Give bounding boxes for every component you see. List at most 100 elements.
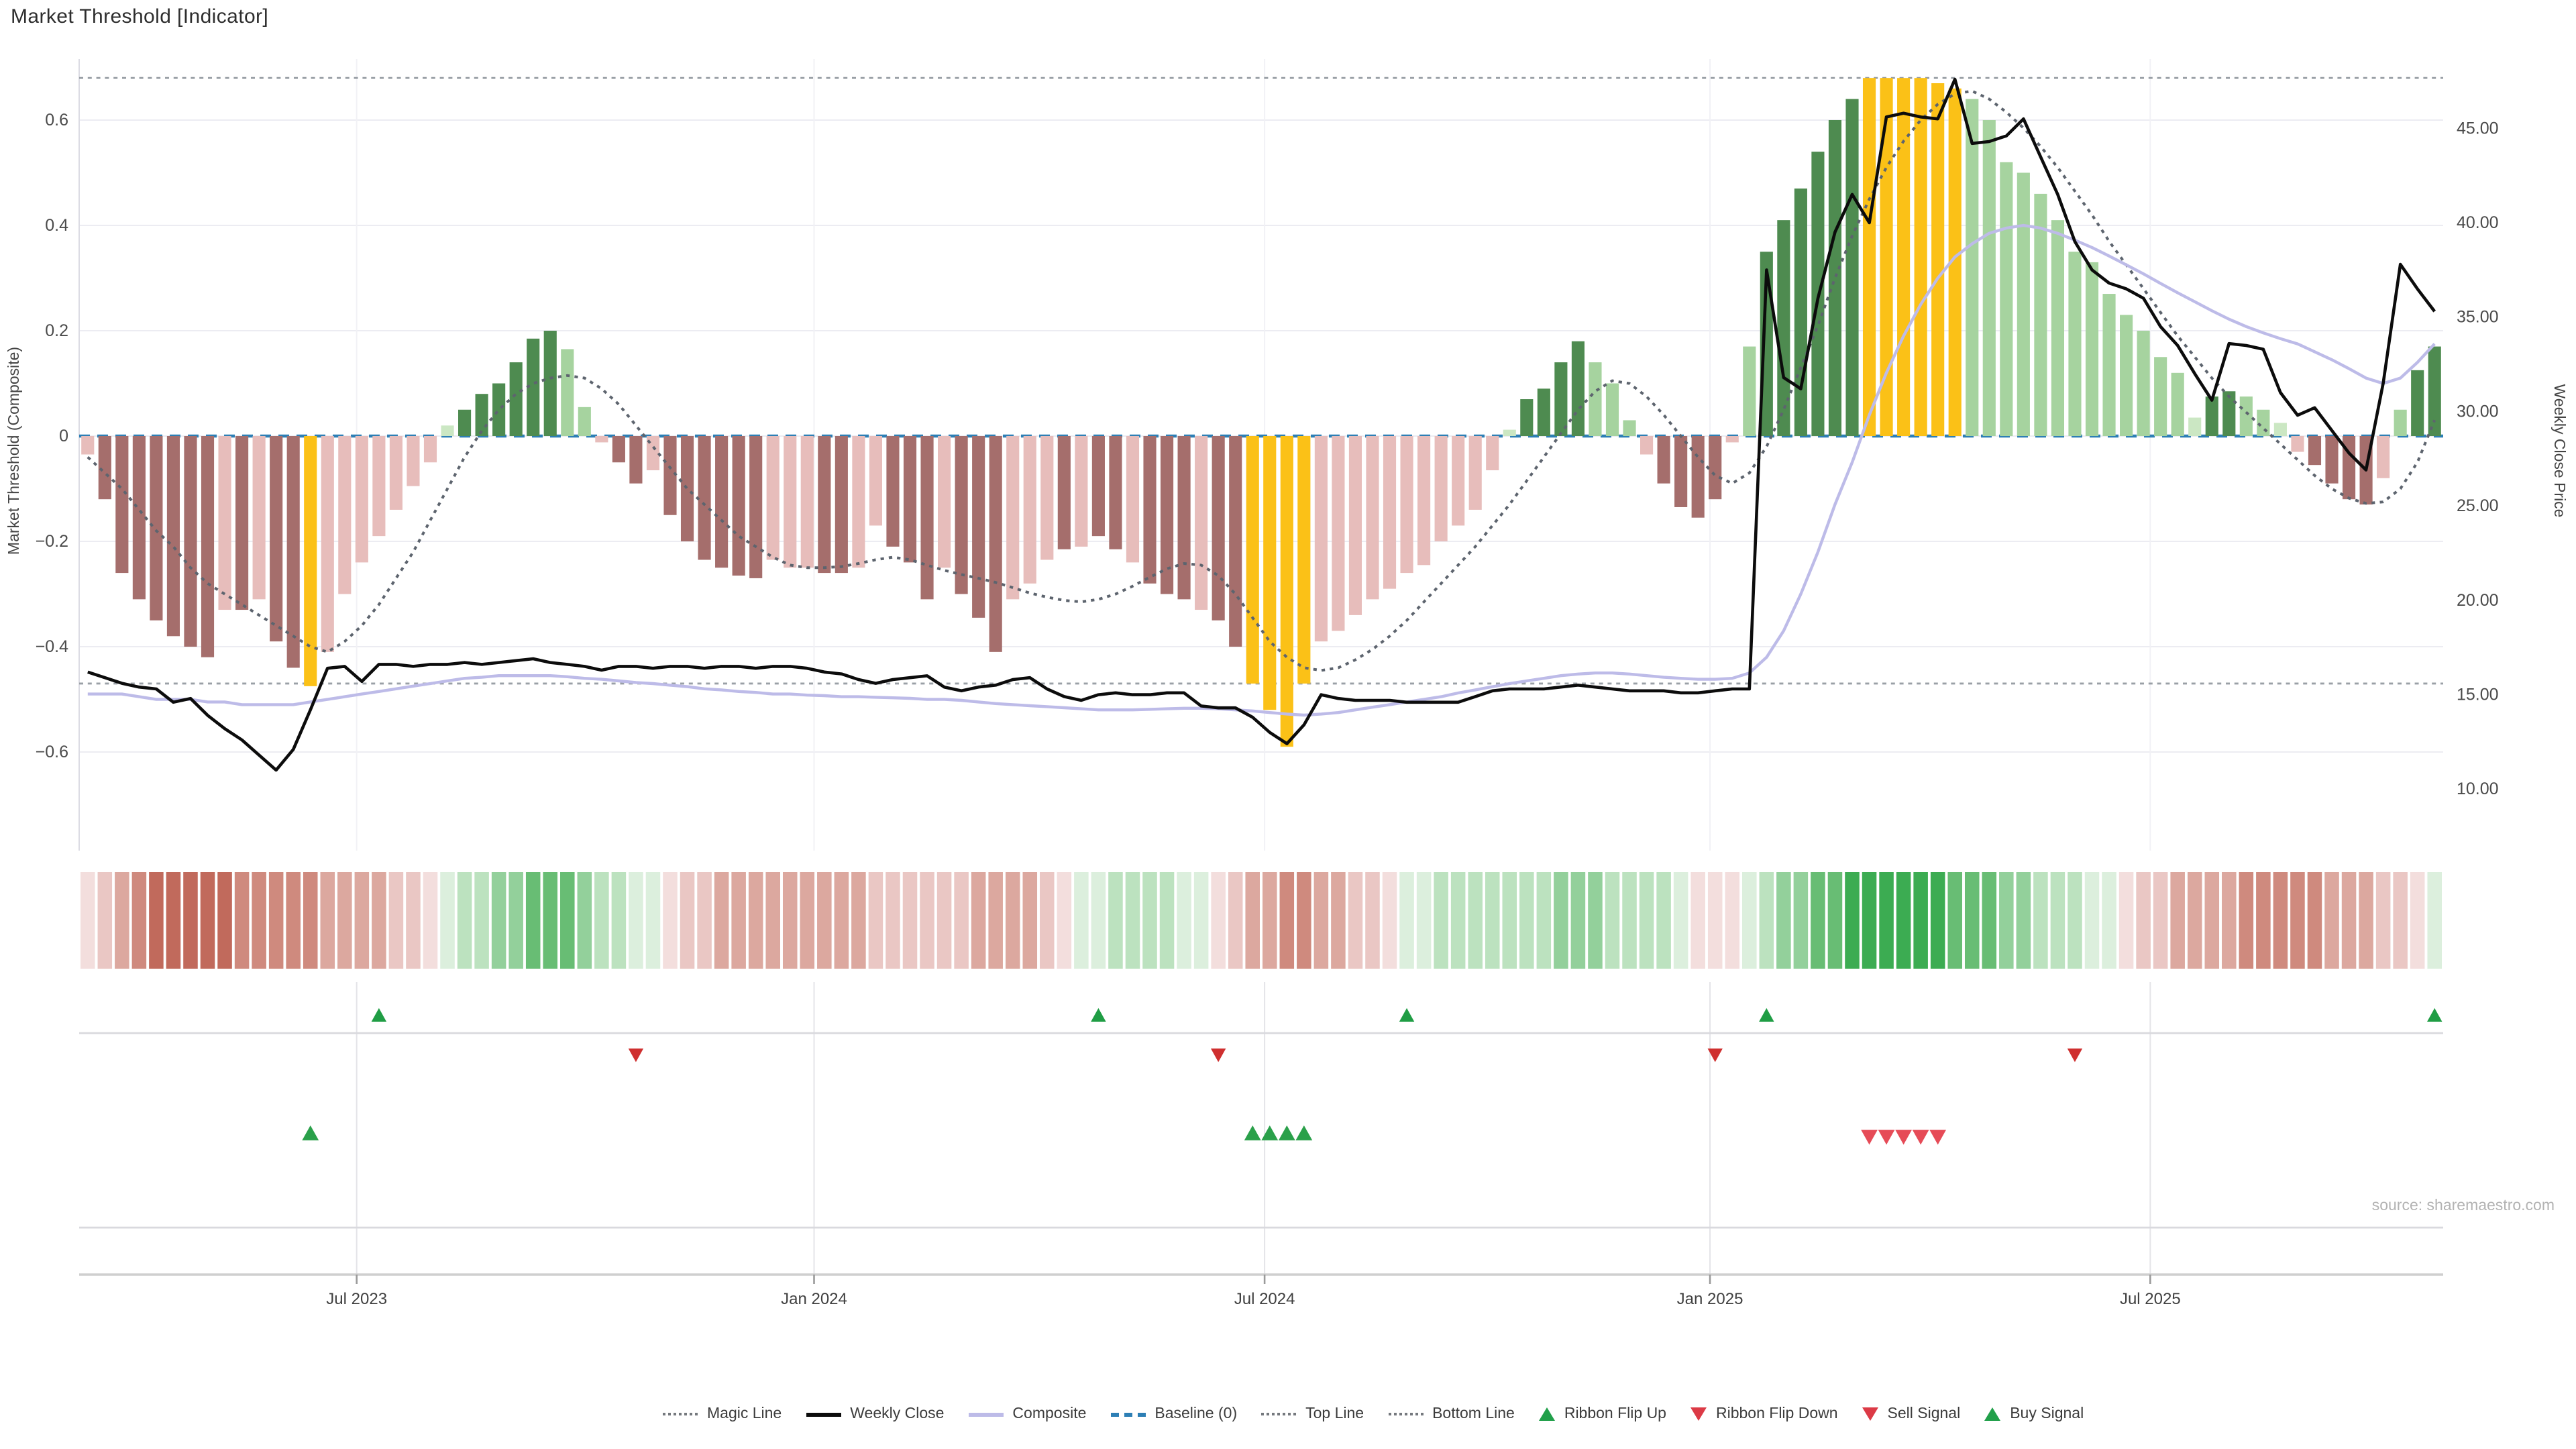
ribbon-cell bbox=[1331, 872, 1346, 969]
buy-signal-marker bbox=[1279, 1126, 1295, 1140]
histogram-bar bbox=[1332, 436, 1344, 631]
histogram-bar bbox=[801, 436, 814, 568]
histogram-bar bbox=[1777, 220, 1790, 436]
legend-item-label: Ribbon Flip Up bbox=[1564, 1406, 1666, 1422]
histogram-bar bbox=[287, 436, 300, 667]
histogram-bar bbox=[1092, 436, 1105, 536]
legend-item-magic-line: Magic Line bbox=[663, 1406, 782, 1422]
market-threshold-chart: 0.60.40.20−0.2−0.4−0.645.0040.0035.0030.… bbox=[0, 0, 2576, 1449]
ribbon-cell bbox=[1656, 872, 1671, 969]
ribbon-cell bbox=[1845, 872, 1860, 969]
ribbon-cell bbox=[423, 872, 438, 969]
ribbon-cell bbox=[817, 872, 832, 969]
ribbon-cell bbox=[663, 872, 678, 969]
histogram-bar bbox=[1109, 436, 1122, 549]
sell-signal-marker bbox=[1929, 1130, 1946, 1144]
ribbon-cell bbox=[2188, 872, 2202, 969]
histogram-bar bbox=[1538, 388, 1550, 436]
histogram-bar bbox=[2274, 423, 2287, 436]
histogram-bar bbox=[1486, 436, 1499, 470]
ribbon-cell bbox=[783, 872, 798, 969]
histogram-bar bbox=[1520, 399, 1533, 436]
histogram-bar bbox=[955, 436, 968, 594]
ribbon-cell bbox=[2410, 872, 2425, 969]
histogram-bar bbox=[2051, 220, 2064, 436]
ribbon-cell bbox=[835, 872, 849, 969]
sell-signal-marker bbox=[1895, 1130, 1912, 1144]
ribbon-cell bbox=[594, 872, 609, 969]
ribbon-cell bbox=[1263, 872, 1277, 969]
ribbon-cell bbox=[2308, 872, 2322, 969]
histogram-bar bbox=[1674, 436, 1687, 507]
composite-line bbox=[88, 225, 2434, 715]
histogram-bar bbox=[1366, 436, 1379, 599]
ribbon-cell bbox=[971, 872, 986, 969]
histogram-bar bbox=[818, 436, 830, 573]
histogram-bar bbox=[1554, 362, 1567, 436]
buy-signal-marker bbox=[1261, 1126, 1278, 1140]
ribbon-cell bbox=[714, 872, 729, 969]
histogram-bar bbox=[2154, 357, 2167, 436]
ribbon-cell bbox=[2102, 872, 2116, 969]
histogram-bar bbox=[321, 436, 334, 652]
histogram-bar bbox=[1863, 78, 1876, 436]
buy-signal-marker bbox=[1295, 1126, 1312, 1140]
histogram-bar bbox=[1658, 436, 1670, 484]
ribbon-cell bbox=[1640, 872, 1654, 969]
ribbon-flip-down-marker bbox=[629, 1049, 643, 1062]
ribbon-cell bbox=[474, 872, 489, 969]
ribbon-cell bbox=[1519, 872, 1534, 969]
histogram-bar bbox=[2017, 173, 2030, 437]
y-left-tick-label: −0.4 bbox=[36, 637, 68, 656]
ribbon-cell bbox=[560, 872, 575, 969]
ribbon-cell bbox=[2051, 872, 2065, 969]
ribbon-cell bbox=[1091, 872, 1106, 969]
ribbon-cell bbox=[406, 872, 421, 969]
ribbon-cell bbox=[1999, 872, 2014, 969]
ribbon-flip-up-marker bbox=[1759, 1008, 1774, 1022]
ribbon-cell bbox=[1057, 872, 1072, 969]
ribbon-cell bbox=[1605, 872, 1620, 969]
ribbon-cell bbox=[80, 872, 95, 969]
legend-line-swatch bbox=[1110, 1412, 1145, 1416]
histogram-bar bbox=[2137, 331, 2150, 436]
legend-item-label: Magic Line bbox=[707, 1406, 782, 1422]
legend-item-label: Sell Signal bbox=[1888, 1406, 1961, 1422]
ribbon-cell bbox=[1417, 872, 1432, 969]
legend-item-label: Bottom Line bbox=[1432, 1406, 1515, 1422]
histogram-bar bbox=[1726, 436, 1739, 442]
y-right-tick-label: 10.00 bbox=[2457, 780, 2499, 798]
histogram-bar bbox=[390, 436, 402, 510]
histogram-bar bbox=[253, 436, 266, 599]
ribbon-flip-up-marker bbox=[2427, 1008, 2442, 1022]
histogram-bar bbox=[629, 436, 642, 484]
ribbon-cell bbox=[1554, 872, 1568, 969]
ribbon-cell bbox=[166, 872, 181, 969]
histogram-bar bbox=[681, 436, 694, 541]
histogram-bar bbox=[578, 407, 591, 436]
histogram-bar bbox=[2171, 373, 2184, 436]
histogram-bar bbox=[1400, 436, 1413, 573]
ribbon-cell bbox=[1022, 872, 1037, 969]
ribbon-flip-up-marker bbox=[372, 1008, 386, 1022]
tri-up-green-icon bbox=[1984, 1407, 2000, 1421]
ribbon-cell bbox=[1588, 872, 1603, 969]
x-axis-tick-label: Jan 2024 bbox=[781, 1290, 847, 1308]
histogram-bar bbox=[510, 362, 523, 436]
ribbon-cell bbox=[132, 872, 147, 969]
ribbon-cell bbox=[1399, 872, 1414, 969]
ribbon-cell bbox=[458, 872, 472, 969]
ribbon-cell bbox=[252, 872, 266, 969]
ribbon-cell bbox=[508, 872, 523, 969]
histogram-bar bbox=[835, 436, 848, 573]
ribbon-cell bbox=[2085, 872, 2100, 969]
ribbon-cell bbox=[1690, 872, 1705, 969]
ribbon-cell bbox=[1365, 872, 1380, 969]
histogram-bar bbox=[544, 331, 557, 436]
ribbon-cell bbox=[2119, 872, 2134, 969]
histogram-bar bbox=[2291, 436, 2304, 452]
histogram-bar bbox=[150, 436, 162, 621]
ribbon-cell bbox=[612, 872, 627, 969]
ribbon-cell bbox=[1074, 872, 1089, 969]
ribbon-cell bbox=[526, 872, 541, 969]
